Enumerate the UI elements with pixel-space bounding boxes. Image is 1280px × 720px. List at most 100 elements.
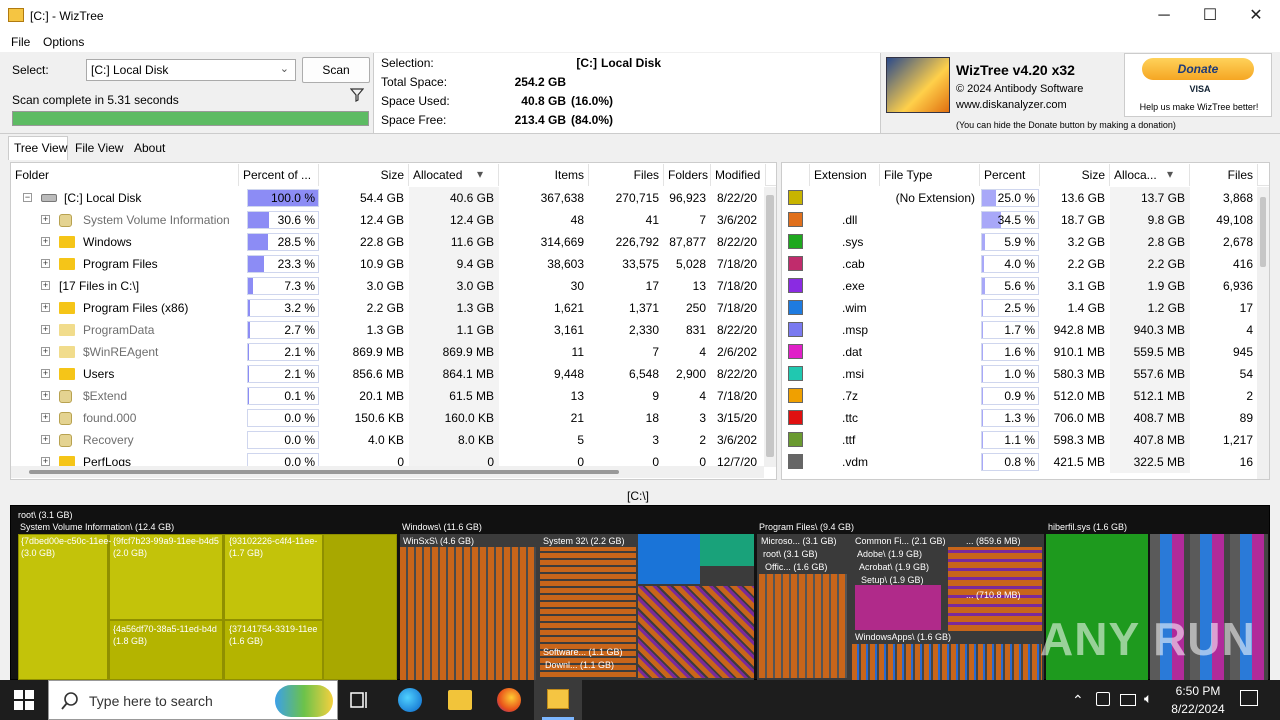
tree-column-header[interactable]: Folder [11,164,239,186]
tree-column-header[interactable]: Size [319,164,409,186]
device-icon[interactable] [1096,692,1110,706]
close-button[interactable]: ✕ [1233,0,1279,32]
expand-icon[interactable]: + [41,325,50,334]
tree-row[interactable]: + Users 2.1 % 856.6 MB 864.1 MB 9,448 6,548 2,9… [11,363,766,385]
extension-row[interactable]: .sys 5.9 % 3.2 GB 2.8 GB 2,678 [782,231,1259,253]
expand-icon[interactable]: + [41,281,50,290]
expand-icon[interactable]: + [41,303,50,312]
collapse-icon[interactable]: − [23,193,32,202]
percent-bar: 0.1 % [247,387,319,405]
expand-icon[interactable]: + [41,215,50,224]
ext-column-header[interactable]: File Type [880,164,980,186]
ext-vscroll-thumb[interactable] [1260,197,1266,267]
extension-row[interactable]: .exe 5.6 % 3.1 GB 1.9 GB 6,936 [782,275,1259,297]
network-icon[interactable] [1120,694,1136,706]
drive-select[interactable]: [C:] Local Disk ⌄ [86,59,296,81]
expand-icon[interactable]: + [41,259,50,268]
extension-row[interactable]: .vdm 0.8 % 421.5 MB 322.5 MB 16 [782,451,1259,473]
tree-row[interactable]: + Program Files 23.3 % 10.9 GB 9.4 GB 38,603 3… [11,253,766,275]
extension-row[interactable]: .cab 4.0 % 2.2 GB 2.2 GB 416 [782,253,1259,275]
edge-browser-icon[interactable] [398,688,422,712]
extension-row[interactable]: .7z 0.9 % 512.0 MB 512.1 MB 2 [782,385,1259,407]
extension-row[interactable]: .dll 34.5 % 18.7 GB 9.8 GB 49,108 [782,209,1259,231]
tree-row[interactable]: + $Extend 0.1 % 20.1 MB 61.5 MB 13 9 4 7/18/20 [11,385,766,407]
tree-hscroll-thumb[interactable] [29,470,619,474]
wiztree-taskbar-button[interactable] [534,680,582,720]
menu-options[interactable]: Options [43,35,84,49]
extension-row[interactable]: .msp 1.7 % 942.8 MB 940.3 MB 4 [782,319,1259,341]
tree-row[interactable]: + PerfLogs 0.0 % 0 0 0 0 0 12/7/20 [11,451,766,467]
ext-cell-size: 598.3 MB [1053,433,1105,447]
expand-icon[interactable]: + [41,435,50,444]
tree-vertical-scrollbar[interactable] [764,187,776,467]
tab-tree-view[interactable]: Tree View [14,141,67,155]
expand-icon[interactable]: + [41,369,50,378]
tree-row[interactable]: + Recovery 0.0 % 4.0 KB 8.0 KB 5 3 2 3/6/202 [11,429,766,451]
ext-column-header[interactable]: Alloca... [1110,164,1190,186]
tree-row[interactable]: + ProgramData 2.7 % 1.3 GB 1.1 GB 3,161 2,330 8… [11,319,766,341]
clock-date[interactable]: 8/22/2024 [1160,702,1236,716]
file-explorer-icon[interactable] [448,690,472,710]
volume-icon[interactable]: 🔈︎ [1144,690,1152,707]
maximize-button[interactable]: ☐ [1187,0,1233,32]
tree-row[interactable]: − [C:] Local Disk 100.0 % 54.4 GB 40.6 GB 367… [11,187,766,209]
ext-color-header[interactable] [782,164,810,186]
windows-start-icon[interactable] [14,690,34,710]
menu-file[interactable]: File [11,35,30,49]
tree-column-header[interactable]: Percent of ... [239,164,319,186]
tree-cell-size: 20.1 MB [359,389,404,403]
percent-bar: 7.3 % [247,277,319,295]
notification-icon[interactable] [1240,690,1258,706]
tree-column-header[interactable]: Modified [711,164,766,186]
firefox-icon[interactable] [497,688,521,712]
ext-cell-size: 18.7 GB [1060,213,1105,227]
task-view-icon[interactable] [348,688,372,712]
expand-icon[interactable]: + [41,347,50,356]
filter-icon[interactable] [349,88,365,105]
tree-row[interactable]: + System Volume Information 30.6 % 12.4 GB 1… [11,209,766,231]
minimize-button[interactable]: ─ [1141,0,1187,32]
tree-row[interactable]: + found.000 0.0 % 150.6 KB 160.0 KB 21 18 3 3/15… [11,407,766,429]
ext-column-header[interactable]: Files [1190,164,1258,186]
chevron-up-icon[interactable]: ⌃ [1072,692,1084,709]
website-link[interactable]: www.diskanalyzer.com [956,99,1067,111]
tree-column-header[interactable]: Files [589,164,664,186]
percent-bar: 5.9 % [981,233,1039,251]
expand-icon[interactable]: + [41,237,50,246]
folder-icon [59,368,75,380]
tree-column-header[interactable]: Allocated [409,164,499,186]
extension-row[interactable]: (No Extension) 25.0 % 13.6 GB 13.7 GB 3,868 [782,187,1259,209]
extension-row[interactable]: .dat 1.6 % 910.1 MB 559.5 MB 945 [782,341,1259,363]
tree-row[interactable]: + $WinREAgent 2.1 % 869.9 MB 869.9 MB 11 7 4 2/6… [11,341,766,363]
clock-time[interactable]: 6:50 PM [1160,684,1236,698]
tree-column-header[interactable]: Folders [664,164,711,186]
tree-row[interactable]: + Program Files (x86) 3.2 % 2.2 GB 1.3 GB 1,6… [11,297,766,319]
expand-icon[interactable]: + [41,413,50,422]
scan-button[interactable]: Scan [302,57,370,83]
extension-row[interactable]: .msi 1.0 % 580.3 MB 557.6 MB 54 [782,363,1259,385]
tree-row[interactable]: + [17 Files in C:\] 7.3 % 3.0 GB 3.0 GB 30 17 1… [11,275,766,297]
tree-cell-items: 21 [570,411,584,425]
extension-row[interactable]: .wim 2.5 % 1.4 GB 1.2 GB 17 [782,297,1259,319]
taskbar-search-box[interactable]: Type here to search [48,680,338,720]
donate-panel[interactable]: Donate VISA Help us make WizTree better! [1124,53,1272,117]
expand-icon[interactable]: + [41,391,50,400]
menu-bar: File Options [0,32,1280,52]
donate-button[interactable]: Donate [1142,58,1254,80]
tree-horizontal-scrollbar[interactable] [11,466,764,478]
extension-row[interactable]: .ttf 1.1 % 598.3 MB 407.8 MB 1,217 [782,429,1259,451]
ext-column-header[interactable]: Extension [810,164,880,186]
ext-vertical-scrollbar[interactable] [1257,187,1269,479]
tab-file-view[interactable]: File View [75,141,123,155]
ext-column-header[interactable]: Percent [980,164,1040,186]
tab-about[interactable]: About [134,141,165,155]
tree-vscroll-thumb[interactable] [766,195,774,457]
ext-column-header[interactable]: Size [1040,164,1110,186]
tree-column-header[interactable]: Items [499,164,589,186]
tree-cell-size: 869.9 MB [352,345,404,359]
expand-icon[interactable]: + [41,457,50,466]
ext-cell-alloc: 13.7 GB [1110,187,1190,209]
tree-row[interactable]: + Windows 28.5 % 22.8 GB 11.6 GB 314,669 226,7… [11,231,766,253]
extension-row[interactable]: .ttc 1.3 % 706.0 MB 408.7 MB 89 [782,407,1259,429]
ext-cell-size: 942.8 MB [1053,323,1105,337]
